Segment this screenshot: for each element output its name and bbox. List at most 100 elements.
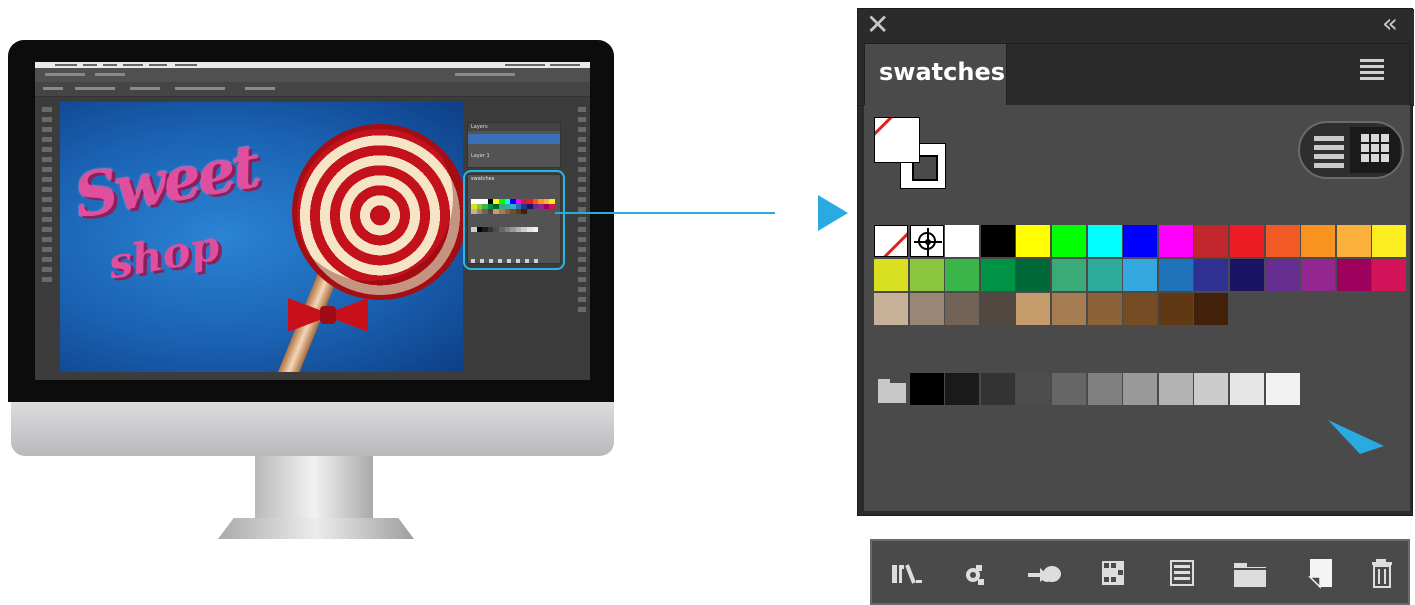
- color-swatch-grid: [874, 225, 1407, 325]
- lollipop-candy: [292, 124, 463, 300]
- color-swatch[interactable]: [945, 225, 980, 257]
- swatches-panel-highlight: [463, 170, 565, 270]
- callout-arrow-icon: [818, 195, 848, 231]
- color-swatch[interactable]: [1265, 373, 1300, 405]
- color-swatch[interactable]: [909, 293, 944, 325]
- control-bar: [35, 82, 590, 97]
- none-swatch[interactable]: [874, 225, 908, 257]
- color-swatch[interactable]: [1301, 225, 1336, 257]
- color-swatch[interactable]: [1194, 225, 1229, 257]
- color-swatch[interactable]: [980, 373, 1015, 405]
- color-swatch[interactable]: [909, 373, 944, 405]
- view-mode-toggle: [1298, 121, 1404, 179]
- color-swatch[interactable]: [1123, 373, 1158, 405]
- callout-line: [555, 212, 775, 214]
- color-swatch[interactable]: [1051, 225, 1086, 257]
- color-swatch[interactable]: [1123, 293, 1158, 325]
- fill-stroke-indicator[interactable]: [874, 117, 954, 197]
- mini-layers-title: Layers: [468, 123, 560, 131]
- color-swatch[interactable]: [874, 259, 908, 291]
- panel-menu-icon[interactable]: [1360, 59, 1384, 83]
- grid-view-button[interactable]: [1350, 127, 1400, 173]
- color-swatch[interactable]: [1229, 373, 1264, 405]
- color-swatch[interactable]: [874, 293, 908, 325]
- swatch-options-button[interactable]: [1094, 557, 1130, 589]
- pointer-arrow-icon: [1328, 420, 1384, 454]
- color-swatch[interactable]: [1158, 293, 1193, 325]
- color-swatch[interactable]: [1372, 225, 1407, 257]
- fill-swatch[interactable]: [874, 117, 920, 163]
- color-swatch[interactable]: [1336, 225, 1371, 257]
- artwork-sweet-text: Sweet: [69, 131, 263, 233]
- mini-layer-row: [468, 134, 560, 144]
- color-swatch[interactable]: [1265, 259, 1300, 291]
- color-swatch[interactable]: [1158, 259, 1193, 291]
- registration-swatch[interactable]: [909, 225, 944, 257]
- new-swatch-button[interactable]: [1302, 557, 1338, 589]
- tab-row-filler: [1006, 43, 1410, 105]
- color-swatch[interactable]: [980, 225, 1015, 257]
- color-swatch[interactable]: [1158, 225, 1193, 257]
- color-swatch[interactable]: [1194, 293, 1229, 325]
- close-icon[interactable]: ✕: [866, 11, 889, 39]
- color-swatch[interactable]: [1123, 225, 1158, 257]
- color-swatch[interactable]: [1229, 225, 1264, 257]
- monitor-stand-neck: [255, 456, 373, 518]
- trash-icon: [1372, 559, 1392, 588]
- color-swatch[interactable]: [980, 259, 1015, 291]
- swatch-libraries-menu-button[interactable]: [888, 557, 924, 589]
- color-swatch[interactable]: [1016, 259, 1051, 291]
- color-group-folder-icon[interactable]: [874, 373, 908, 405]
- folder-icon: [1234, 563, 1266, 587]
- monitor-chin: [11, 402, 614, 456]
- mini-layer-name: Layer 1: [471, 153, 490, 159]
- color-swatch[interactable]: [1194, 259, 1229, 291]
- mini-layers-panel: Layers Layer 1: [467, 122, 561, 168]
- color-swatch[interactable]: [1016, 225, 1051, 257]
- tab-swatches-label: swatches: [879, 58, 1005, 86]
- tools-panel: [37, 102, 57, 302]
- color-swatch[interactable]: [1016, 373, 1051, 405]
- color-swatch[interactable]: [1229, 259, 1264, 291]
- illustrator-screen: Sweet shop Layers Layer 1 swatches: [35, 62, 590, 380]
- application-bar: [35, 68, 590, 82]
- color-swatch[interactable]: [1051, 293, 1086, 325]
- show-swatch-kinds-button[interactable]: [958, 557, 994, 589]
- color-group-icon: [1170, 560, 1194, 586]
- color-swatch[interactable]: [1301, 259, 1336, 291]
- swatch-options-icon: [1102, 561, 1124, 585]
- color-swatch[interactable]: [945, 259, 980, 291]
- color-swatch[interactable]: [1087, 259, 1122, 291]
- color-swatch[interactable]: [1123, 259, 1158, 291]
- color-swatch[interactable]: [1016, 293, 1051, 325]
- color-swatch[interactable]: [1087, 225, 1122, 257]
- right-panel-dock: [575, 102, 588, 352]
- list-view-button[interactable]: [1314, 133, 1344, 168]
- imac-monitor: Sweet shop Layers Layer 1 swatches: [8, 40, 614, 540]
- tab-swatches[interactable]: swatches: [864, 43, 1007, 105]
- color-swatch[interactable]: [1372, 259, 1407, 291]
- color-swatch[interactable]: [1087, 373, 1122, 405]
- color-swatch[interactable]: [1336, 259, 1371, 291]
- color-swatch[interactable]: [945, 293, 980, 325]
- color-swatch[interactable]: [945, 373, 980, 405]
- color-swatch[interactable]: [909, 259, 944, 291]
- collapse-icon[interactable]: «: [1382, 11, 1398, 37]
- color-swatch[interactable]: [980, 293, 1015, 325]
- panel-tab-row: swatches: [858, 43, 1414, 106]
- color-swatch[interactable]: [1087, 293, 1122, 325]
- color-swatch[interactable]: [1051, 259, 1086, 291]
- cloud-icon: [1028, 566, 1061, 582]
- color-swatch[interactable]: [1194, 373, 1229, 405]
- artwork-shop-text: shop: [104, 220, 223, 289]
- color-group-button[interactable]: [1164, 557, 1200, 589]
- delete-swatch-button[interactable]: [1366, 557, 1402, 589]
- color-swatch[interactable]: [1051, 373, 1086, 405]
- library-icon: [892, 564, 922, 584]
- cc-libraries-button[interactable]: [1026, 557, 1062, 589]
- color-swatch[interactable]: [1265, 225, 1300, 257]
- color-swatch[interactable]: [1158, 373, 1193, 405]
- panel-titlebar: ✕ «: [858, 9, 1414, 43]
- panel-bottom-toolbar: [870, 539, 1410, 605]
- new-color-group-button[interactable]: [1232, 557, 1268, 589]
